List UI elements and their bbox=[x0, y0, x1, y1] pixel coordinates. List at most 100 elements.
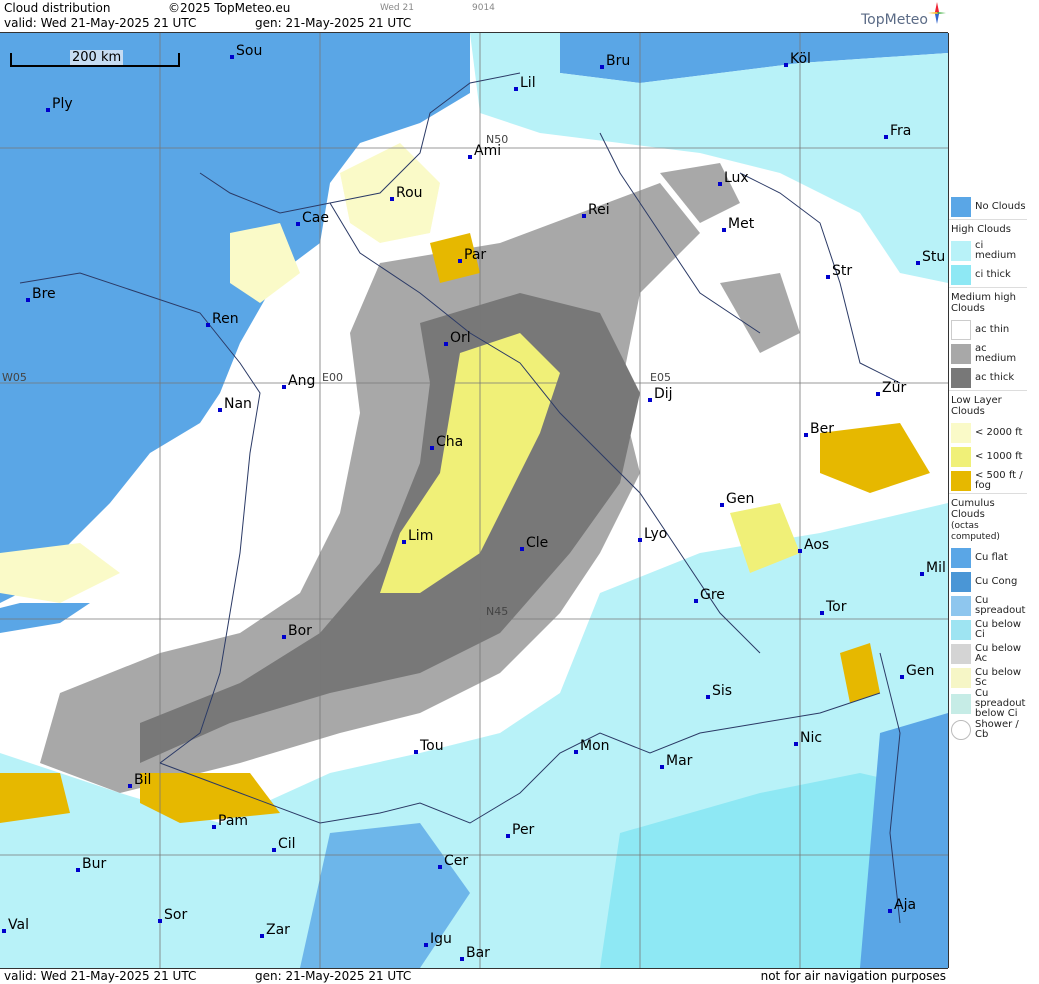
ac-thin-swatch bbox=[951, 320, 971, 340]
city-label: Ang bbox=[288, 373, 316, 389]
city-label: Met bbox=[728, 216, 755, 232]
city-label: Cle bbox=[526, 535, 549, 551]
header-small-code: 9014 bbox=[472, 3, 495, 13]
legend-label: ac thick bbox=[975, 372, 1015, 383]
city-label: Lyo bbox=[644, 526, 668, 542]
city-label: Sis bbox=[712, 683, 733, 699]
city-label: Sou bbox=[236, 43, 263, 59]
legend-label: ac thin bbox=[975, 324, 1010, 335]
valid-time: valid: Wed 21-May-2025 21 UTC bbox=[4, 16, 197, 30]
coord-e05: E05 bbox=[650, 371, 671, 384]
city-label: Nic bbox=[800, 730, 823, 746]
city-label: Ply bbox=[52, 96, 73, 112]
city-label: Aja bbox=[894, 897, 917, 913]
cloud-layers bbox=[0, 33, 948, 968]
city-label: Rei bbox=[588, 202, 610, 218]
brand-logo: TopMeteo bbox=[861, 12, 928, 28]
legend-cumulus-heading: Cumulus Clouds (octas computed) bbox=[949, 493, 1027, 546]
scale-label: 200 km bbox=[70, 50, 124, 65]
legend-label: ci medium bbox=[975, 240, 1017, 261]
low-1000-swatch bbox=[951, 447, 971, 467]
legend-label: Cu spreadout bbox=[975, 595, 1026, 616]
low-2000-swatch bbox=[951, 423, 971, 443]
city-label: Igu bbox=[430, 931, 452, 947]
city-label: Ren bbox=[212, 311, 239, 327]
city-label: Fra bbox=[890, 123, 912, 139]
generated-time: gen: 21-May-2025 21 UTC bbox=[255, 16, 412, 30]
city-label: Mil bbox=[926, 560, 946, 576]
city-label: Lux bbox=[724, 170, 749, 186]
cu-below-ac-swatch bbox=[951, 644, 971, 664]
city-label: Orl bbox=[450, 330, 471, 346]
legend-medium-heading: Medium high Clouds bbox=[949, 287, 1027, 318]
cu-below-sc-swatch bbox=[951, 668, 971, 688]
cumulus-note: (octas computed) bbox=[951, 521, 1000, 542]
coord-n45: N45 bbox=[486, 605, 509, 618]
city-label: Dij bbox=[654, 386, 673, 402]
city-label: Bar bbox=[466, 945, 490, 961]
city-label: Gre bbox=[700, 587, 725, 603]
cu-spread-swatch bbox=[951, 596, 971, 616]
city-label: Bre bbox=[32, 286, 56, 302]
city-label: Cha bbox=[436, 434, 464, 450]
city-label: Ber bbox=[810, 421, 834, 437]
footer-valid: valid: Wed 21-May-2025 21 UTC bbox=[4, 969, 197, 983]
city-label: Lil bbox=[520, 75, 536, 91]
city-label: Pam bbox=[218, 813, 249, 829]
city-label: Mar bbox=[666, 753, 693, 769]
legend-label: Cu below Sc bbox=[975, 667, 1022, 688]
cumulus-title: Cumulus Clouds bbox=[951, 498, 995, 520]
city-label: Stu bbox=[922, 249, 946, 265]
cu-flat-swatch bbox=[951, 548, 971, 568]
city-label: Lim bbox=[408, 528, 434, 544]
legend-high-heading: High Clouds bbox=[949, 219, 1027, 239]
city-label: Par bbox=[464, 247, 487, 263]
coord-w05: W05 bbox=[2, 371, 27, 384]
footer-generated: gen: 21-May-2025 21 UTC bbox=[255, 969, 412, 983]
city-label: Gen bbox=[726, 491, 755, 507]
city-label: Zar bbox=[266, 922, 290, 938]
copyright: ©2025 TopMeteo.eu bbox=[168, 1, 291, 15]
city-label: Ami bbox=[474, 143, 502, 159]
city-label: Aos bbox=[804, 537, 830, 553]
city-label: Str bbox=[832, 263, 853, 279]
legend-label: < 500 ft / fog bbox=[975, 470, 1023, 491]
map-header: Cloud distribution ©2025 TopMeteo.eu Wed… bbox=[0, 0, 948, 33]
city-label: Cil bbox=[278, 836, 296, 852]
no-clouds-swatch bbox=[951, 197, 971, 217]
header-small-day: Wed 21 bbox=[380, 3, 414, 13]
cu-below-ci-swatch bbox=[951, 620, 971, 640]
city-label: Bru bbox=[606, 53, 631, 69]
city-label: Mon bbox=[580, 738, 610, 754]
low-500-swatch bbox=[951, 471, 971, 491]
legend: No Clouds High Clouds ci medium ci thick… bbox=[949, 195, 1027, 745]
legend-label: Shower / Cb bbox=[975, 719, 1019, 740]
city-label: Gen bbox=[906, 663, 935, 679]
city-label: Per bbox=[512, 822, 535, 838]
city-label: Nan bbox=[224, 396, 252, 412]
city-label: Val bbox=[8, 917, 29, 933]
city-label: Rou bbox=[396, 185, 423, 201]
legend-label: Cu below Ac bbox=[975, 643, 1022, 664]
product-title: Cloud distribution bbox=[4, 1, 111, 15]
legend-label: ci thick bbox=[975, 269, 1011, 280]
city-label: Tou bbox=[420, 738, 444, 754]
ac-medium-swatch bbox=[951, 344, 971, 364]
ci-thick-swatch bbox=[951, 265, 971, 285]
legend-no-clouds: No Clouds bbox=[949, 195, 1027, 219]
city-label: Cae bbox=[302, 210, 329, 226]
city-label: Bur bbox=[82, 856, 107, 872]
ci-medium-swatch bbox=[951, 241, 971, 261]
legend-low-heading: Low Layer Clouds bbox=[949, 390, 1027, 421]
cloud-map[interactable]: 200 km N50 N45 W05 E00 E05 Sou Bru Köl P… bbox=[0, 33, 949, 968]
legend-label: Cu below Ci bbox=[975, 619, 1022, 640]
footer-disclaimer: not for air navigation purposes bbox=[760, 969, 946, 983]
city-label: Bil bbox=[134, 772, 152, 788]
coord-e00: E00 bbox=[322, 371, 343, 384]
ac-thick-swatch bbox=[951, 368, 971, 388]
legend-label: Cu flat bbox=[975, 552, 1008, 563]
map-footer: valid: Wed 21-May-2025 21 UTC gen: 21-Ma… bbox=[0, 968, 948, 984]
city-label: Köl bbox=[790, 51, 811, 67]
city-label: Zür bbox=[882, 380, 907, 396]
cu-spread-ci-swatch bbox=[951, 694, 971, 714]
